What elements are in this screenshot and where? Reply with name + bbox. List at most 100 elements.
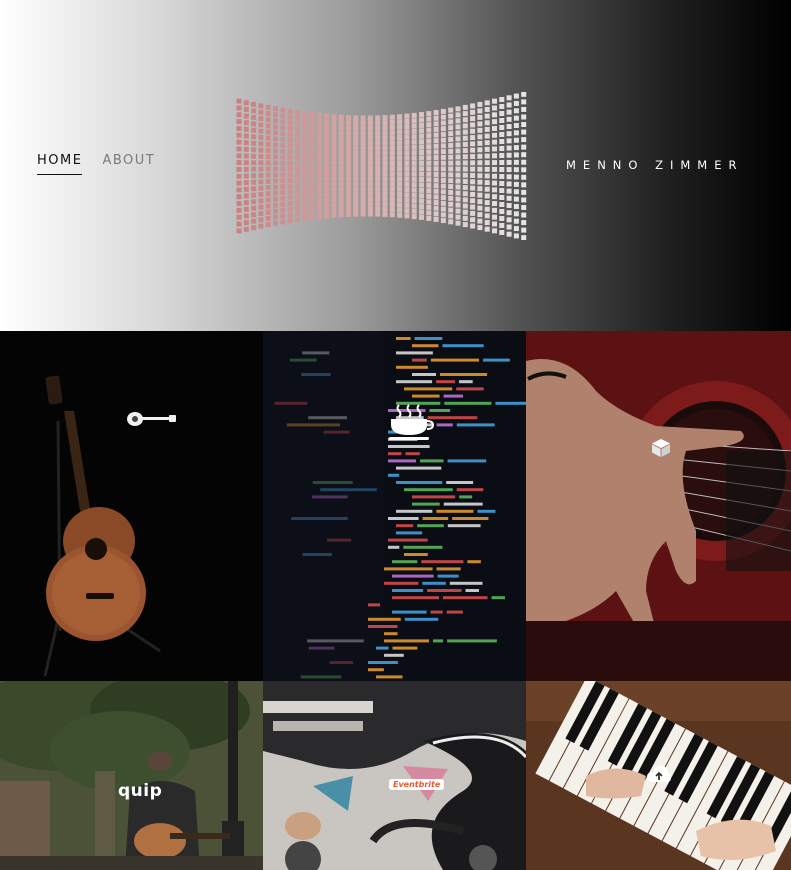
logo-dot <box>251 179 257 185</box>
logo-dot <box>513 108 519 114</box>
hero-header: HOME ABOUT MENNO ZIMMER <box>0 0 791 331</box>
logo-dot <box>265 166 271 172</box>
logo-dot <box>346 196 351 202</box>
code-line-blurred <box>291 517 348 520</box>
logo-dot <box>273 142 278 148</box>
logo-dot <box>236 139 242 145</box>
logo-dot <box>455 106 461 112</box>
logo-dot <box>499 229 505 235</box>
logo-dot <box>316 150 322 156</box>
logo-dot <box>294 171 300 177</box>
logo-dot <box>309 182 315 188</box>
logo-dot <box>243 133 249 139</box>
logo-dot <box>477 225 483 231</box>
logo-dot <box>309 171 315 177</box>
logo-dot <box>397 150 403 156</box>
portfolio-tile-red-guitar-hand[interactable] <box>526 331 791 681</box>
logo-dot <box>521 152 527 158</box>
code-line <box>376 675 403 679</box>
logo-dot <box>265 178 271 184</box>
logo-dot <box>484 206 490 212</box>
logo-dot <box>287 126 293 132</box>
logo-dot <box>455 112 461 118</box>
code-line <box>384 639 429 643</box>
portfolio-tile-electric-guitar-picks[interactable]: Eventbrite <box>263 681 526 870</box>
logo-dot <box>338 124 344 130</box>
code-line <box>440 373 488 376</box>
logo-dot <box>382 206 388 212</box>
logo-dot <box>521 212 527 218</box>
logo-dot <box>273 172 278 178</box>
logo-dot <box>251 160 257 166</box>
logo-dot <box>280 113 286 119</box>
logo-dot <box>492 146 497 152</box>
logo-dot <box>513 181 519 187</box>
logo-dot <box>273 136 278 142</box>
logo-dot <box>331 202 337 208</box>
logo-dot <box>411 176 417 182</box>
logo-dot <box>243 126 249 132</box>
logo-dot <box>506 188 512 194</box>
logo-dot <box>426 127 432 133</box>
logo-dot <box>411 192 417 198</box>
portfolio-tile-guitarist-under-tree[interactable]: quip <box>0 681 263 870</box>
logo-dot <box>360 150 366 156</box>
logo-dot <box>251 205 257 211</box>
logo-dot <box>273 124 278 130</box>
logo-dot <box>294 183 300 189</box>
logo-dot <box>462 129 468 135</box>
code-line <box>465 589 479 592</box>
logo-dot <box>419 198 424 204</box>
logo-dot <box>440 218 446 224</box>
logo-dot <box>316 208 322 214</box>
logo-dot <box>265 129 271 135</box>
logo-dot <box>375 171 381 177</box>
logo-dot <box>419 187 424 193</box>
code-line <box>396 380 433 384</box>
logo-dot <box>455 130 461 136</box>
logo-dot <box>302 171 308 177</box>
logo-dot <box>287 154 293 160</box>
logo-dot <box>382 196 388 202</box>
logo-dot <box>499 97 505 103</box>
logo-dot <box>287 218 293 224</box>
logo-dot <box>426 188 432 194</box>
logo-dot <box>258 103 264 109</box>
box-icon <box>652 439 670 457</box>
logo-dot <box>470 141 476 147</box>
logo-dot <box>513 93 519 99</box>
logo-dot <box>236 98 242 104</box>
portfolio-tile-piano-hands[interactable] <box>526 681 791 870</box>
logo-dot <box>506 224 512 230</box>
logo-dot <box>360 135 366 141</box>
logo-dot <box>294 121 300 127</box>
code-line <box>437 574 459 578</box>
logo-dot <box>484 146 490 152</box>
dot-grid-logo[interactable] <box>235 92 532 240</box>
logo-dot <box>309 166 315 172</box>
logo-dot <box>265 172 271 178</box>
logo-dot <box>360 125 366 131</box>
logo-dot <box>331 171 337 177</box>
logo-dot <box>484 200 490 206</box>
logo-dot <box>367 125 373 131</box>
code-line <box>412 394 440 398</box>
logo-dot <box>506 210 512 216</box>
logo-dot <box>389 135 395 141</box>
logo-dot <box>462 178 468 184</box>
portfolio-tile-code-screen[interactable] <box>263 331 526 681</box>
logo-dot <box>492 187 497 193</box>
logo-dot <box>360 140 366 146</box>
nav-about-link[interactable]: ABOUT <box>102 153 155 175</box>
logo-dot <box>499 153 505 159</box>
logo-dot <box>404 160 410 166</box>
site-brand-name[interactable]: MENNO ZIMMER <box>566 158 743 172</box>
logo-dot <box>462 203 468 209</box>
logo-dot <box>397 134 403 140</box>
logo-dot <box>287 189 293 195</box>
code-line <box>436 423 453 427</box>
logo-dot <box>433 211 439 217</box>
nav-home-link[interactable]: HOME <box>37 153 83 175</box>
logo-dot <box>324 139 330 145</box>
portfolio-tile-acoustic-guitar[interactable] <box>0 331 263 681</box>
